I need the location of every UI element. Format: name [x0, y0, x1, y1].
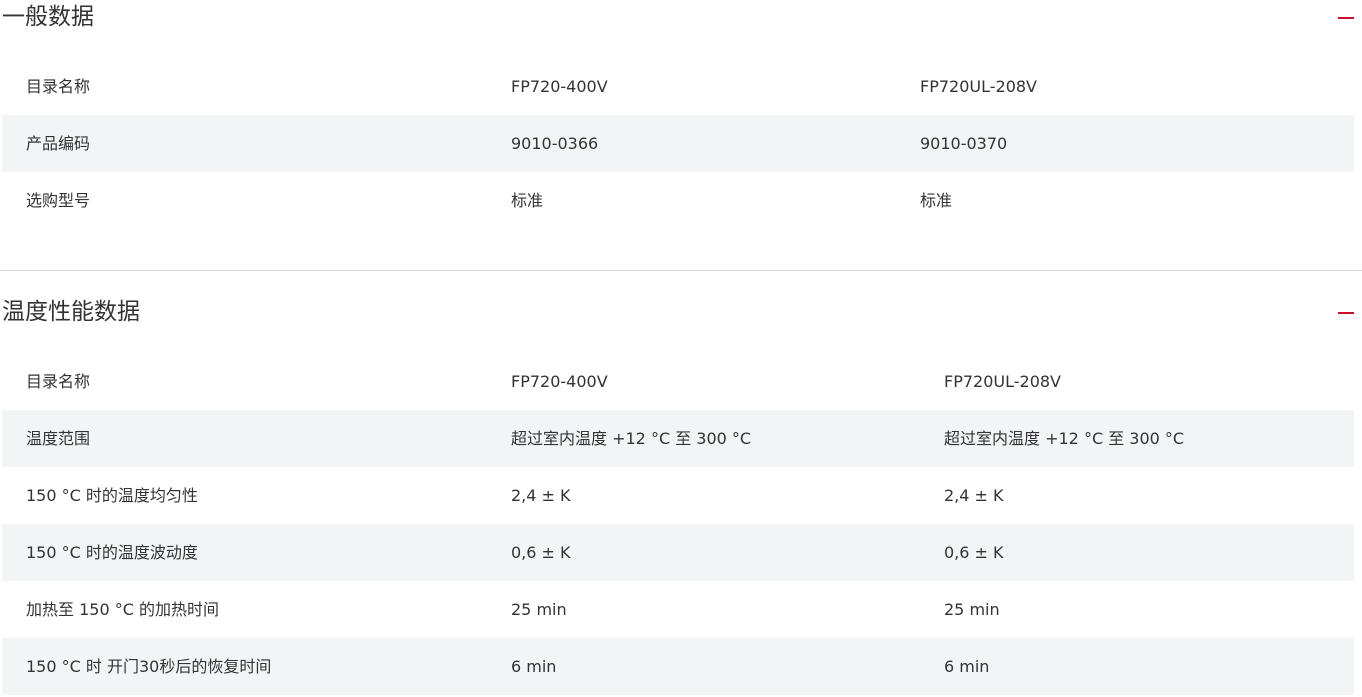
table-row: 150 °C 时的温度波动度 0,6 ± K 0,6 ± K: [2, 524, 1354, 581]
row-label: 150 °C 时的温度波动度: [26, 543, 198, 562]
row-value-1: 0,6 ± K: [511, 543, 571, 562]
row-value-2: 标准: [920, 191, 953, 210]
row-value-1: FP720-400V: [511, 372, 608, 391]
table-row: 150 °C 时的温度均匀性 2,4 ± K 2,4 ± K: [2, 467, 1354, 524]
row-label: 温度范围: [26, 429, 91, 448]
row-value-1: 标准: [511, 191, 544, 210]
row-value-1: 9010-0366: [511, 134, 599, 153]
row-value-1: FP720-400V: [511, 77, 608, 96]
table-row: 目录名称 FP720-400V FP720UL-208V: [2, 58, 1354, 115]
row-label: 目录名称: [26, 77, 91, 96]
section-divider: [0, 270, 1362, 271]
row-value-1: 25 min: [511, 600, 567, 619]
row-value-1: 6 min: [511, 657, 557, 676]
section-title: 一般数据: [2, 4, 94, 30]
row-value-2: 6 min: [944, 657, 990, 676]
general-data-section: 一般数据 目录名称 FP720-400V FP720UL-208V 产品编码 9…: [0, 0, 1362, 229]
row-label: 产品编码: [26, 134, 91, 153]
temperature-performance-header[interactable]: 温度性能数据: [0, 295, 1362, 353]
table-row: 目录名称 FP720-400V FP720UL-208V: [2, 353, 1354, 410]
row-label: 150 °C 时 开门30秒后的恢复时间: [26, 657, 272, 676]
general-data-header[interactable]: 一般数据: [0, 0, 1362, 58]
row-value-2: FP720UL-208V: [944, 372, 1061, 391]
collapse-minus-icon[interactable]: [1338, 17, 1354, 19]
row-value-2: 9010-0370: [920, 134, 1008, 153]
row-label: 加热至 150 °C 的加热时间: [26, 600, 219, 619]
table-row: 产品编码 9010-0366 9010-0370: [2, 115, 1354, 172]
row-value-2: 超过室内温度 +12 °C 至 300 °C: [944, 429, 1185, 448]
row-value-2: 25 min: [944, 600, 1000, 619]
collapse-minus-icon[interactable]: [1338, 312, 1354, 314]
row-label: 选购型号: [26, 191, 91, 210]
row-value-2: FP720UL-208V: [920, 77, 1037, 96]
table-row: 150 °C 时 开门30秒后的恢复时间 6 min 6 min: [2, 638, 1354, 695]
row-value-1: 超过室内温度 +12 °C 至 300 °C: [511, 429, 752, 448]
temperature-performance-section: 温度性能数据 目录名称 FP720-400V FP720UL-208V 温度范围…: [0, 295, 1362, 695]
row-value-2: 2,4 ± K: [944, 486, 1004, 505]
row-label: 目录名称: [26, 372, 91, 391]
section-title: 温度性能数据: [2, 299, 140, 325]
row-label: 150 °C 时的温度均匀性: [26, 486, 198, 505]
table-row: 选购型号 标准 标准: [2, 172, 1354, 229]
row-value-1: 2,4 ± K: [511, 486, 571, 505]
row-value-2: 0,6 ± K: [944, 543, 1004, 562]
table-row: 加热至 150 °C 的加热时间 25 min 25 min: [2, 581, 1354, 638]
table-row: 温度范围 超过室内温度 +12 °C 至 300 °C 超过室内温度 +12 °…: [2, 410, 1354, 467]
